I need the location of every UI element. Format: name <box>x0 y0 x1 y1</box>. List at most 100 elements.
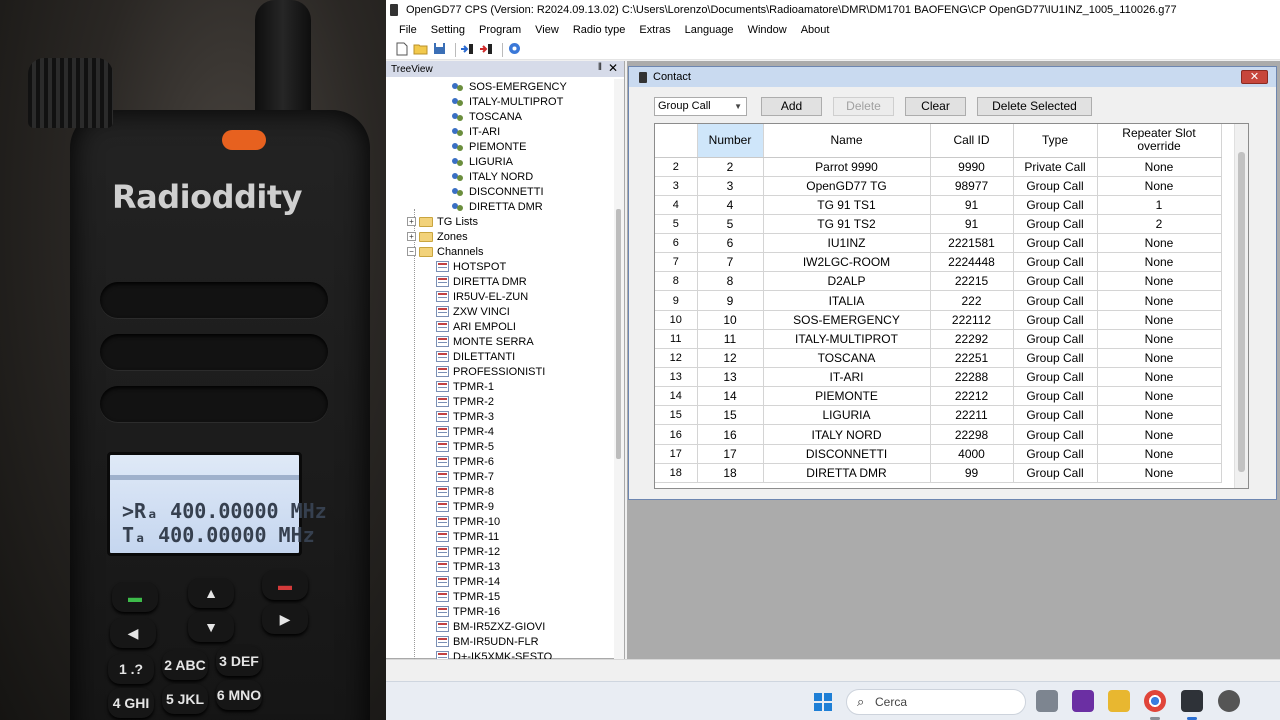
tree-item-folder[interactable]: + Zones <box>407 229 468 244</box>
cell-name[interactable]: DIRETTA DMR <box>763 463 931 483</box>
cell-name[interactable]: Parrot 9990 <box>763 157 931 177</box>
tree-item-channel[interactable]: DIRETTA DMR <box>436 274 527 289</box>
windows-start-icon[interactable] <box>814 693 832 711</box>
table-row[interactable]: 2 2 Parrot 9990 9990 Private Call None <box>655 157 1222 177</box>
cell-name[interactable]: D2ALP <box>763 271 931 292</box>
tree-item-channel[interactable]: TPMR-16 <box>436 604 500 619</box>
cell-name[interactable]: TOSCANA <box>763 348 931 369</box>
row-header[interactable]: 13 <box>655 367 698 388</box>
tree-item-channel[interactable]: MONTE SERRA <box>436 334 534 349</box>
tree-item-contact[interactable]: IT-ARI <box>452 124 500 139</box>
row-header[interactable]: 7 <box>655 252 698 273</box>
cell-call-id[interactable]: 22292 <box>930 329 1014 349</box>
tree-item-channel[interactable]: IR5UV-EL-ZUN <box>436 289 528 304</box>
tree-item-channel[interactable]: TPMR-11 <box>436 529 499 544</box>
cell-number[interactable]: 14 <box>697 386 764 407</box>
write-radio-icon[interactable] <box>479 42 494 57</box>
delete-selected-button[interactable]: Delete Selected <box>977 96 1092 116</box>
table-row[interactable]: 8 8 D2ALP 22215 Group Call None <box>655 271 1222 292</box>
cell-call-id[interactable]: 98977 <box>930 176 1014 196</box>
cell-call-id[interactable]: 222112 <box>930 310 1014 330</box>
cell-type[interactable]: Group Call <box>1013 444 1098 464</box>
cell-repeater-slot[interactable]: None <box>1097 233 1222 254</box>
tree-item-channel[interactable]: TPMR-13 <box>436 559 500 574</box>
cell-number[interactable]: 9 <box>697 290 764 311</box>
table-row[interactable]: 5 5 TG 91 TS2 91 Group Call 2 <box>655 214 1222 235</box>
cell-type[interactable]: Group Call <box>1013 271 1098 292</box>
row-header[interactable]: 14 <box>655 386 698 407</box>
tree-item-channel[interactable]: TPMR-4 <box>436 424 494 439</box>
chrome-icon[interactable] <box>1144 690 1166 712</box>
settings-icon[interactable] <box>1218 690 1240 712</box>
cell-call-id[interactable]: 91 <box>930 214 1014 235</box>
column-header-name[interactable]: Name <box>763 124 931 158</box>
tree-item-channel[interactable]: TPMR-12 <box>436 544 500 559</box>
column-header-type[interactable]: Type <box>1013 124 1098 158</box>
table-row[interactable]: 11 11 ITALY-MULTIPROT 22292 Group Call None <box>655 329 1222 349</box>
cell-name[interactable]: TG 91 TS2 <box>763 214 931 235</box>
row-header[interactable]: 2 <box>655 157 698 177</box>
tree-item-channel[interactable]: TPMR-8 <box>436 484 494 499</box>
cell-number[interactable]: 3 <box>697 176 764 196</box>
cell-call-id[interactable]: 22212 <box>930 386 1014 407</box>
cell-call-id[interactable]: 22298 <box>930 424 1014 445</box>
cell-type[interactable]: Group Call <box>1013 214 1098 235</box>
cell-repeater-slot[interactable]: None <box>1097 252 1222 273</box>
tree-item-channel[interactable]: TPMR-3 <box>436 409 494 424</box>
table-row[interactable]: 13 13 IT-ARI 22288 Group Call None <box>655 367 1222 388</box>
cell-repeater-slot[interactable]: None <box>1097 386 1222 407</box>
cell-repeater-slot[interactable]: None <box>1097 424 1222 445</box>
cell-type[interactable]: Group Call <box>1013 386 1098 407</box>
cell-name[interactable]: DISCONNETTI <box>763 444 931 464</box>
cell-type[interactable]: Group Call <box>1013 463 1098 483</box>
menu-window[interactable]: Window <box>748 24 787 36</box>
cell-call-id[interactable]: 91 <box>930 195 1014 215</box>
table-row[interactable]: 12 12 TOSCANA 22251 Group Call None <box>655 348 1222 369</box>
tree-item-channel[interactable]: PROFESSIONISTI <box>436 364 545 379</box>
delete-button[interactable]: Delete <box>833 96 894 116</box>
row-header[interactable]: 4 <box>655 195 698 215</box>
table-row[interactable]: 16 16 ITALY NORD 22298 Group Call None <box>655 424 1222 445</box>
tree-expander-icon[interactable]: + <box>407 217 416 226</box>
cell-repeater-slot[interactable]: 1 <box>1097 195 1222 215</box>
open-folder-icon[interactable] <box>413 42 428 57</box>
tree-item-contact[interactable]: DISCONNETTI <box>452 184 544 199</box>
cell-repeater-slot[interactable]: None <box>1097 348 1222 369</box>
tree-item-channel[interactable]: TPMR-14 <box>436 574 500 589</box>
menu-language[interactable]: Language <box>685 24 734 36</box>
cell-name[interactable]: IU1INZ <box>763 233 931 254</box>
menu-radio-type[interactable]: Radio type <box>573 24 626 36</box>
cell-type[interactable]: Group Call <box>1013 252 1098 273</box>
radio-cps-icon[interactable] <box>1181 690 1203 712</box>
row-header[interactable]: 6 <box>655 233 698 254</box>
menu-about[interactable]: About <box>801 24 830 36</box>
tree-item-channel[interactable]: TPMR-7 <box>436 469 494 484</box>
cell-type[interactable]: Group Call <box>1013 195 1098 215</box>
cell-number[interactable]: 18 <box>697 463 764 483</box>
cell-number[interactable]: 8 <box>697 271 764 292</box>
tree-item-contact[interactable]: ITALY-MULTIPROT <box>452 94 563 109</box>
tree-item-channel[interactable]: TPMR-1 <box>436 379 494 394</box>
cell-type[interactable]: Group Call <box>1013 348 1098 369</box>
cell-name[interactable]: TG 91 TS1 <box>763 195 931 215</box>
tree-view-scrollbar[interactable] <box>614 79 624 659</box>
cell-name[interactable]: OpenGD77 TG <box>763 176 931 196</box>
cell-repeater-slot[interactable]: None <box>1097 405 1222 426</box>
tree-item-channel[interactable]: HOTSPOT <box>436 259 506 274</box>
pin-icon[interactable]: ‖ <box>598 62 602 73</box>
tree-item-channel[interactable]: TPMR-5 <box>436 439 494 454</box>
tree-item-channel[interactable]: TPMR-10 <box>436 514 500 529</box>
cell-name[interactable]: SOS-EMERGENCY <box>763 310 931 330</box>
tree-view-scroll-thumb[interactable] <box>616 209 621 459</box>
tree-expander-icon[interactable]: + <box>407 232 416 241</box>
cell-type[interactable]: Group Call <box>1013 233 1098 254</box>
cell-repeater-slot[interactable]: 2 <box>1097 214 1222 235</box>
tree-item-contact[interactable]: ITALY NORD <box>452 169 533 184</box>
tree-item-folder[interactable]: − Channels <box>407 244 483 259</box>
cell-repeater-slot[interactable]: None <box>1097 157 1222 177</box>
cell-repeater-slot[interactable]: None <box>1097 310 1222 330</box>
tree-item-folder[interactable]: + TG Lists <box>407 214 478 229</box>
column-header-repeater-slot[interactable]: Repeater Slot override <box>1097 124 1222 158</box>
table-row[interactable]: 14 14 PIEMONTE 22212 Group Call None <box>655 386 1222 407</box>
save-icon[interactable] <box>432 42 447 57</box>
